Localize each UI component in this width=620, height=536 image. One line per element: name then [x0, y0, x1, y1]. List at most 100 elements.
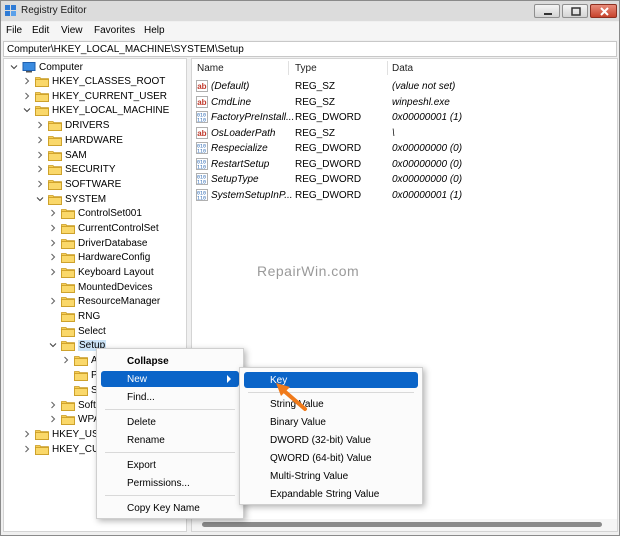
menu-favorites[interactable]: Favorites	[94, 25, 135, 36]
menu-item-collapse[interactable]: Collapse	[101, 353, 239, 369]
tree-node-mounteddevices[interactable]: MountedDevices	[49, 281, 179, 295]
expand-open-icon[interactable]	[23, 106, 31, 114]
folder-icon	[61, 238, 75, 249]
value-name: OsLoaderPath	[211, 128, 276, 139]
tree-node-sam[interactable]: SAM	[36, 149, 176, 163]
tree-node-software[interactable]: SOFTWARE	[36, 178, 176, 192]
column-header-type[interactable]: Type	[295, 63, 317, 74]
submenu-item-qword-value[interactable]: QWORD (64-bit) Value	[244, 450, 418, 466]
folder-icon	[48, 179, 62, 190]
string-value-icon	[196, 80, 208, 92]
tree-label: MountedDevices	[78, 282, 153, 293]
expand-closed-icon[interactable]	[23, 92, 31, 100]
expand-closed-icon[interactable]	[23, 430, 31, 438]
expand-closed-icon[interactable]	[49, 297, 57, 305]
menu-item-rename[interactable]: Rename	[101, 432, 239, 448]
expand-open-icon[interactable]	[36, 195, 44, 203]
submenu-item-multi-string-value[interactable]: Multi-String Value	[244, 468, 418, 484]
value-data: (value not set)	[392, 81, 456, 92]
expand-closed-icon[interactable]	[23, 445, 31, 453]
value-row[interactable]: (Default) REG_SZ (value not set)	[192, 79, 617, 94]
menu-item-export[interactable]: Export	[101, 457, 239, 473]
tree-node-hklm[interactable]: HKEY_LOCAL_MACHINE	[23, 104, 183, 118]
expand-closed-icon[interactable]	[23, 77, 31, 85]
value-row[interactable]: OsLoaderPath REG_SZ \	[192, 126, 617, 141]
minimize-button[interactable]	[534, 4, 560, 18]
title-bar: Registry Editor	[1, 1, 619, 21]
menu-view[interactable]: View	[61, 25, 83, 36]
value-type: REG_DWORD	[295, 190, 362, 201]
column-divider[interactable]	[288, 61, 289, 75]
tree-node-resourcemanager[interactable]: ResourceManager	[49, 295, 179, 309]
submenu-item-dword-value[interactable]: DWORD (32-bit) Value	[244, 432, 418, 448]
submenu-item-binary-value[interactable]: Binary Value	[244, 414, 418, 430]
menu-file[interactable]: File	[6, 25, 22, 36]
menu-edit[interactable]: Edit	[32, 25, 49, 36]
expand-closed-icon[interactable]	[36, 136, 44, 144]
value-row[interactable]: CmdLine REG_SZ winpeshl.exe	[192, 95, 617, 110]
close-button[interactable]	[590, 4, 617, 18]
tree-node-drivers[interactable]: DRIVERS	[36, 119, 176, 133]
tree-node-keyboardlayout[interactable]: Keyboard Layout	[49, 266, 179, 280]
address-bar[interactable]: Computer\HKEY_LOCAL_MACHINE\SYSTEM\Setup	[3, 41, 617, 57]
menu-item-delete[interactable]: Delete	[101, 414, 239, 430]
value-name: FactoryPreInstall...	[211, 112, 295, 123]
tree-label: SECURITY	[65, 164, 116, 175]
value-row[interactable]: Respecialize REG_DWORD 0x00000000 (0)	[192, 141, 617, 156]
column-header-data[interactable]: Data	[392, 63, 413, 74]
menu-help[interactable]: Help	[144, 25, 165, 36]
value-row[interactable]: SystemSetupInP... REG_DWORD 0x00000001 (…	[192, 188, 617, 203]
tree-node-hkcr[interactable]: HKEY_CLASSES_ROOT	[23, 75, 183, 89]
tree-node-hardware[interactable]: HARDWARE	[36, 134, 176, 148]
expand-closed-icon[interactable]	[36, 151, 44, 159]
expand-closed-icon[interactable]	[36, 165, 44, 173]
tree-node-select[interactable]: Select	[49, 325, 179, 339]
value-row[interactable]: FactoryPreInstall... REG_DWORD 0x0000000…	[192, 110, 617, 125]
tree-label: SOFTWARE	[65, 179, 122, 190]
tree-node-security[interactable]: SECURITY	[36, 163, 176, 177]
column-divider[interactable]	[387, 61, 388, 75]
binary-value-icon	[196, 142, 208, 154]
expand-closed-icon[interactable]	[36, 180, 44, 188]
tree-node-driverdatabase[interactable]: DriverDatabase	[49, 237, 179, 251]
expand-closed-icon[interactable]	[49, 268, 57, 276]
expand-closed-icon[interactable]	[49, 209, 57, 217]
value-row[interactable]: SetupType REG_DWORD 0x00000000 (0)	[192, 172, 617, 187]
folder-icon	[35, 91, 49, 102]
scrollbar-thumb[interactable]	[202, 522, 602, 527]
expand-open-icon[interactable]	[49, 341, 57, 349]
expand-closed-icon[interactable]	[49, 239, 57, 247]
folder-icon	[61, 267, 75, 278]
tree-node-system[interactable]: SYSTEM	[36, 193, 176, 207]
menu-item-copy-key-name[interactable]: Copy Key Name	[101, 500, 239, 516]
tree-label: ResourceManager	[78, 296, 161, 307]
menu-item-permissions[interactable]: Permissions...	[101, 475, 239, 491]
tree-node-hkcu[interactable]: HKEY_CURRENT_USER	[23, 90, 183, 104]
expand-closed-icon[interactable]	[49, 253, 57, 261]
tree-node-hardwareconfig[interactable]: HardwareConfig	[49, 251, 179, 265]
binary-value-icon	[196, 158, 208, 170]
tree-node-rng[interactable]: RNG	[49, 310, 179, 324]
folder-icon	[35, 444, 49, 455]
expand-closed-icon[interactable]	[36, 121, 44, 129]
tree-node-hkcc[interactable]: HKEY_CUR	[23, 443, 106, 457]
expand-closed-icon[interactable]	[62, 356, 70, 364]
horizontal-scrollbar[interactable]	[192, 519, 617, 531]
expand-closed-icon[interactable]	[49, 415, 57, 423]
tree-node-computer[interactable]: Computer	[10, 61, 180, 75]
menu-item-find[interactable]: Find...	[101, 389, 239, 405]
tree-node-hku[interactable]: HKEY_USEI	[23, 428, 108, 442]
folder-icon	[48, 164, 62, 175]
expand-closed-icon[interactable]	[49, 224, 57, 232]
value-type: REG_DWORD	[295, 143, 362, 154]
tree-node-currentcontrolset[interactable]: CurrentControlSet	[49, 222, 179, 236]
expand-closed-icon[interactable]	[49, 401, 57, 409]
value-row[interactable]: RestartSetup REG_DWORD 0x00000000 (0)	[192, 157, 617, 172]
tree-label: HKEY_LOCAL_MACHINE	[52, 105, 170, 116]
column-header-name[interactable]: Name	[197, 63, 224, 74]
menu-item-new[interactable]: New	[101, 371, 239, 387]
tree-node-controlset001[interactable]: ControlSet001	[49, 207, 179, 221]
submenu-item-expandable-string-value[interactable]: Expandable String Value	[244, 486, 418, 502]
maximize-button[interactable]	[562, 4, 588, 18]
expand-open-icon[interactable]	[10, 63, 18, 71]
